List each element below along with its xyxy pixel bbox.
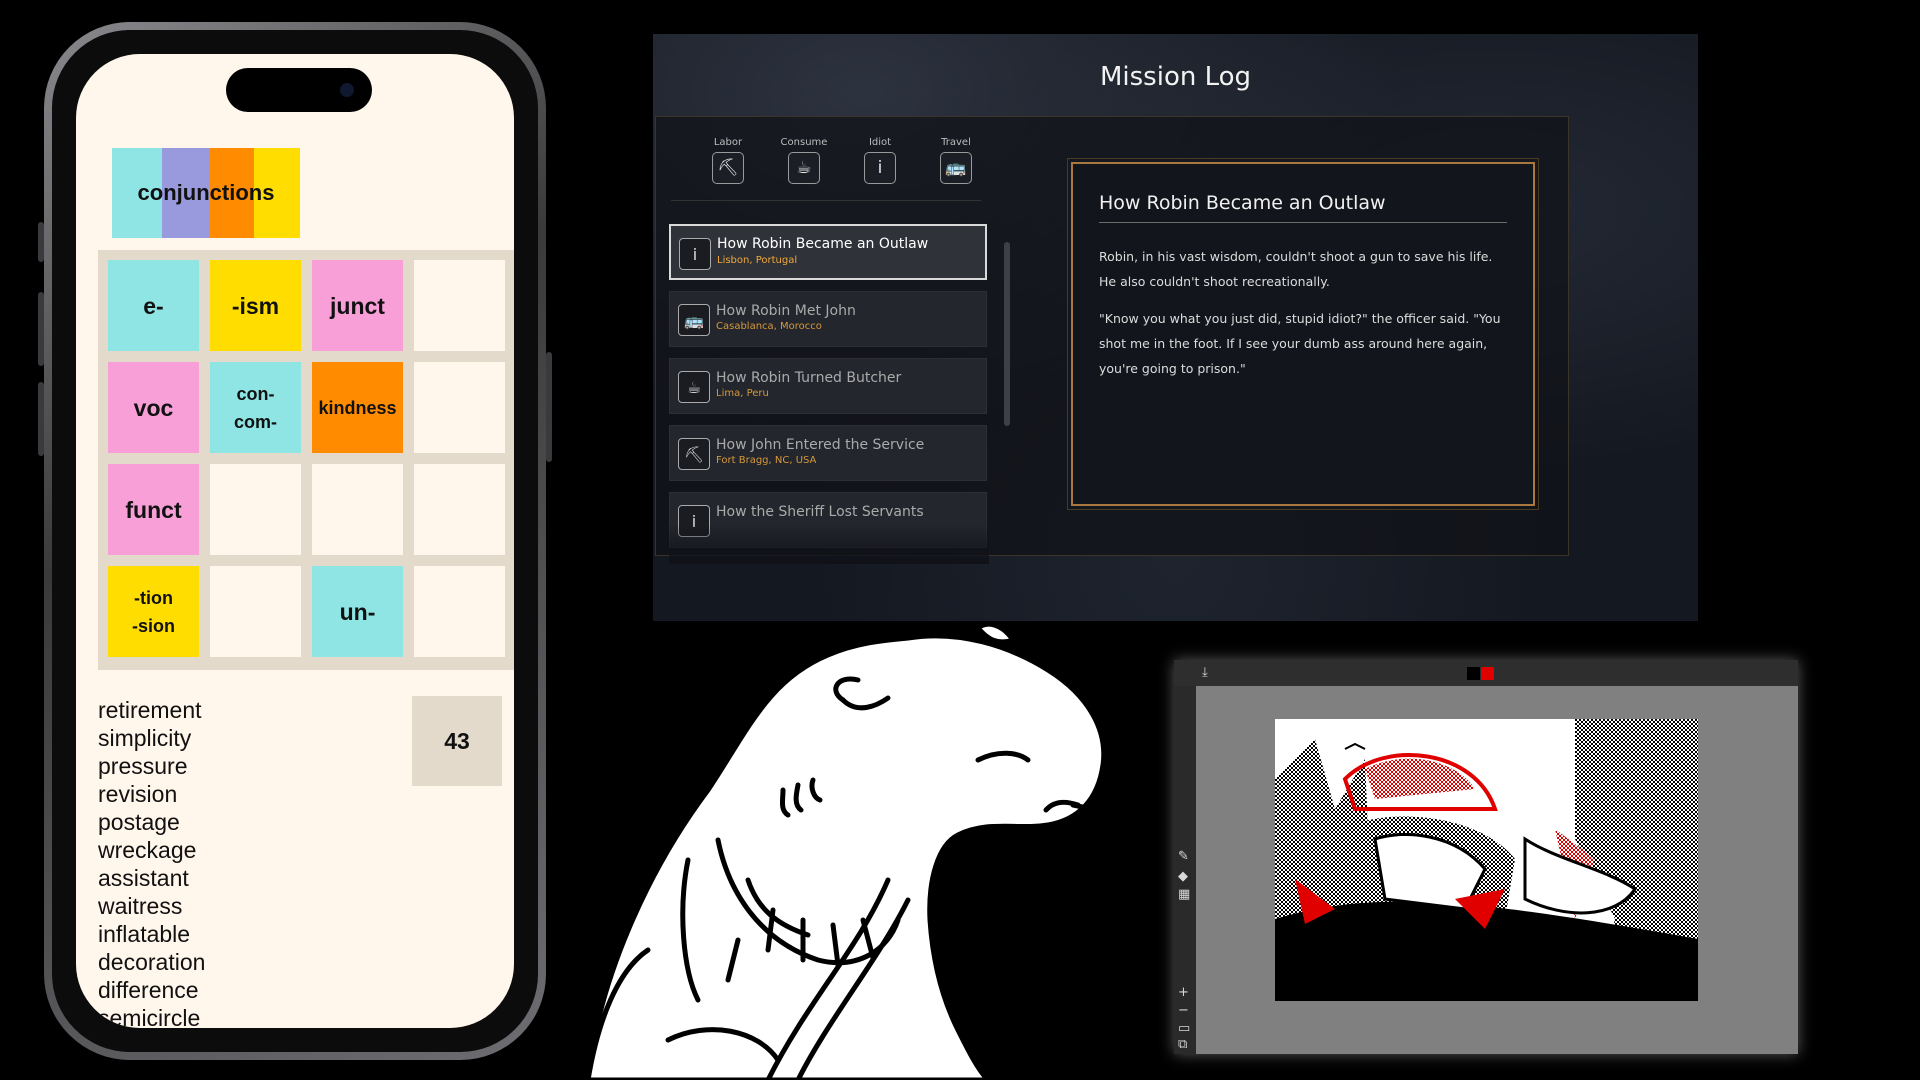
empty-tile[interactable] <box>312 464 403 555</box>
word-tile[interactable]: con- com- <box>210 362 301 453</box>
word-list-item[interactable]: wreckage <box>98 836 205 864</box>
word-tile[interactable]: e- <box>108 260 199 351</box>
mission-detail-body: Robin, in his vast wisdom, couldn't shoo… <box>1099 244 1507 393</box>
mission-log-window: Mission Log Labor ⛏ Consume ☕ Idiot i Travel 🚌 … <box>653 34 1698 621</box>
tile-board: e- -ism junct voc con- com-kindness funct -tio… <box>98 250 514 670</box>
mission-title: How John Entered the Service <box>716 437 925 453</box>
word-tile[interactable]: -tion -sion <box>108 566 199 657</box>
mission-list-item[interactable]: 🚌 How Robin Met John Casablanca, Morocco <box>669 291 987 347</box>
bus-icon: 🚌 <box>678 304 710 336</box>
category-filter-labor[interactable]: Labor ⛏ <box>701 137 755 184</box>
category-label: conjunctions <box>137 180 275 205</box>
word-list-item[interactable]: difference <box>98 976 205 1004</box>
category-filter-label: Consume <box>780 137 828 148</box>
camera-icon <box>340 83 354 97</box>
pixel-canvas[interactable] <box>1275 719 1698 1001</box>
mission-detail-title: How Robin Became an Outlaw <box>1099 192 1507 223</box>
empty-tile[interactable] <box>414 464 505 555</box>
phone-volume-up <box>38 292 44 366</box>
word-list-item[interactable]: simplicity <box>98 724 205 752</box>
character-illustration <box>585 621 1121 1080</box>
word-list-item[interactable]: pressure <box>98 752 205 780</box>
category-tile[interactable]: conjunctions <box>112 148 300 238</box>
cup-icon: ☕ <box>678 371 710 403</box>
category-filter-consume[interactable]: Consume ☕ <box>777 137 831 184</box>
shovel-icon: ⛏ <box>712 152 744 184</box>
phone-frame: conjunctions e- -ism junct voc con- com-kind… <box>38 22 552 1060</box>
dither-icon[interactable]: ▦ <box>1178 888 1190 902</box>
category-filter-label: Labor <box>713 137 743 148</box>
mission-list-item[interactable]: ☕ How Robin Turned Butcher Lima, Peru <box>669 358 987 414</box>
palette-swatch-red[interactable] <box>1481 667 1494 680</box>
mission-detail-paragraph: Robin, in his vast wisdom, couldn't shoo… <box>1099 249 1493 289</box>
pencil-icon[interactable]: ✎ <box>1178 850 1189 864</box>
category-filter-row: Labor ⛏ Consume ☕ Idiot i Travel 🚌 <box>701 137 991 217</box>
editor-sidebar: ✎ ◆ ▦ + − ▭ ⧉ <box>1174 686 1196 1054</box>
category-filter-label: Travel <box>941 137 971 148</box>
download-icon[interactable]: ⤓ <box>1202 666 1208 680</box>
mission-title: How Robin Met John <box>716 303 856 319</box>
word-list-item[interactable]: postage <box>98 808 205 836</box>
word-tile[interactable]: funct <box>108 464 199 555</box>
mission-location: Fort Bragg, NC, USA <box>716 455 817 466</box>
word-list-item[interactable]: revision <box>98 780 205 808</box>
empty-tile[interactable] <box>210 464 301 555</box>
zoom-in-icon[interactable]: + <box>1178 986 1189 1000</box>
shovel-icon: ⛏ <box>678 438 710 470</box>
category-filter-idiot[interactable]: Idiot i <box>853 137 907 184</box>
word-list-item[interactable]: semicircle <box>98 1004 205 1028</box>
word-game-screen: conjunctions e- -ism junct voc con- com-kind… <box>76 54 514 1028</box>
word-tile[interactable]: kindness <box>312 362 403 453</box>
word-tile[interactable]: voc <box>108 362 199 453</box>
category-filter-travel[interactable]: Travel 🚌 <box>929 137 983 184</box>
mission-list: i How Robin Became an Outlaw Lisbon, Portu… <box>669 224 989 564</box>
zoom-out-icon[interactable]: − <box>1178 1004 1189 1018</box>
word-tile[interactable]: -ism <box>210 260 301 351</box>
list-fade <box>669 524 989 564</box>
mission-title: How Robin Became an Outlaw <box>717 236 929 252</box>
bus-icon: 🚌 <box>940 152 972 184</box>
mission-detail-paragraph: "Know you what you just did, stupid idio… <box>1099 311 1501 376</box>
info-icon: i <box>679 238 711 270</box>
mission-location: Lima, Peru <box>716 388 769 399</box>
phone-power-button <box>546 352 552 462</box>
empty-tile[interactable] <box>210 566 301 657</box>
dynamic-island <box>226 68 372 112</box>
word-list-item[interactable]: retirement <box>98 696 205 724</box>
cup-icon: ☕ <box>788 152 820 184</box>
phone-volume-down <box>38 382 44 456</box>
mission-detail-panel: How Robin Became an Outlaw Robin, in his… <box>1067 158 1539 510</box>
word-tile[interactable]: un- <box>312 566 403 657</box>
editor-toolbar: ⤓ <box>1174 660 1798 686</box>
mission-log-title: Mission Log <box>1099 62 1252 92</box>
pixel-editor-window: ⤓ ✎ ◆ ▦ + − ▭ ⧉ <box>1174 660 1798 1054</box>
mission-title: How the Sheriff Lost Servants <box>716 504 924 520</box>
word-list-item[interactable]: assistant <box>98 864 205 892</box>
mission-location: Casablanca, Morocco <box>716 321 822 332</box>
phone-action-button <box>38 222 44 262</box>
pixel-artwork <box>1275 719 1698 1001</box>
empty-tile[interactable] <box>414 362 505 453</box>
divider <box>671 200 981 201</box>
eraser-icon[interactable]: ◆ <box>1178 870 1188 884</box>
layers-icon[interactable]: ⧉ <box>1178 1038 1187 1052</box>
mission-list-item[interactable]: i How Robin Became an Outlaw Lisbon, Portu… <box>669 224 987 280</box>
word-list-item[interactable]: inflatable <box>98 920 205 948</box>
mission-list-item[interactable]: ⛏ How John Entered the Service Fort Bragg,… <box>669 425 987 481</box>
word-list-item[interactable]: decoration <box>98 948 205 976</box>
word-list: retirement simplicity pressure revision post… <box>98 696 205 1028</box>
empty-tile[interactable] <box>414 566 505 657</box>
info-icon: i <box>864 152 896 184</box>
word-list-item[interactable]: waitress <box>98 892 205 920</box>
word-tile[interactable]: junct <box>312 260 403 351</box>
mission-title: How Robin Turned Butcher <box>716 370 902 386</box>
mission-list-scrollbar[interactable] <box>1004 242 1010 426</box>
category-filter-label: Idiot <box>868 137 892 148</box>
palette-swatch-black[interactable] <box>1467 667 1480 680</box>
phone-bezel: conjunctions e- -ism junct voc con- com-kind… <box>52 30 538 1052</box>
mission-location: Lisbon, Portugal <box>717 255 798 266</box>
frame-icon[interactable]: ▭ <box>1178 1022 1190 1036</box>
score-box: 43 <box>412 696 502 786</box>
empty-tile[interactable] <box>414 260 505 351</box>
